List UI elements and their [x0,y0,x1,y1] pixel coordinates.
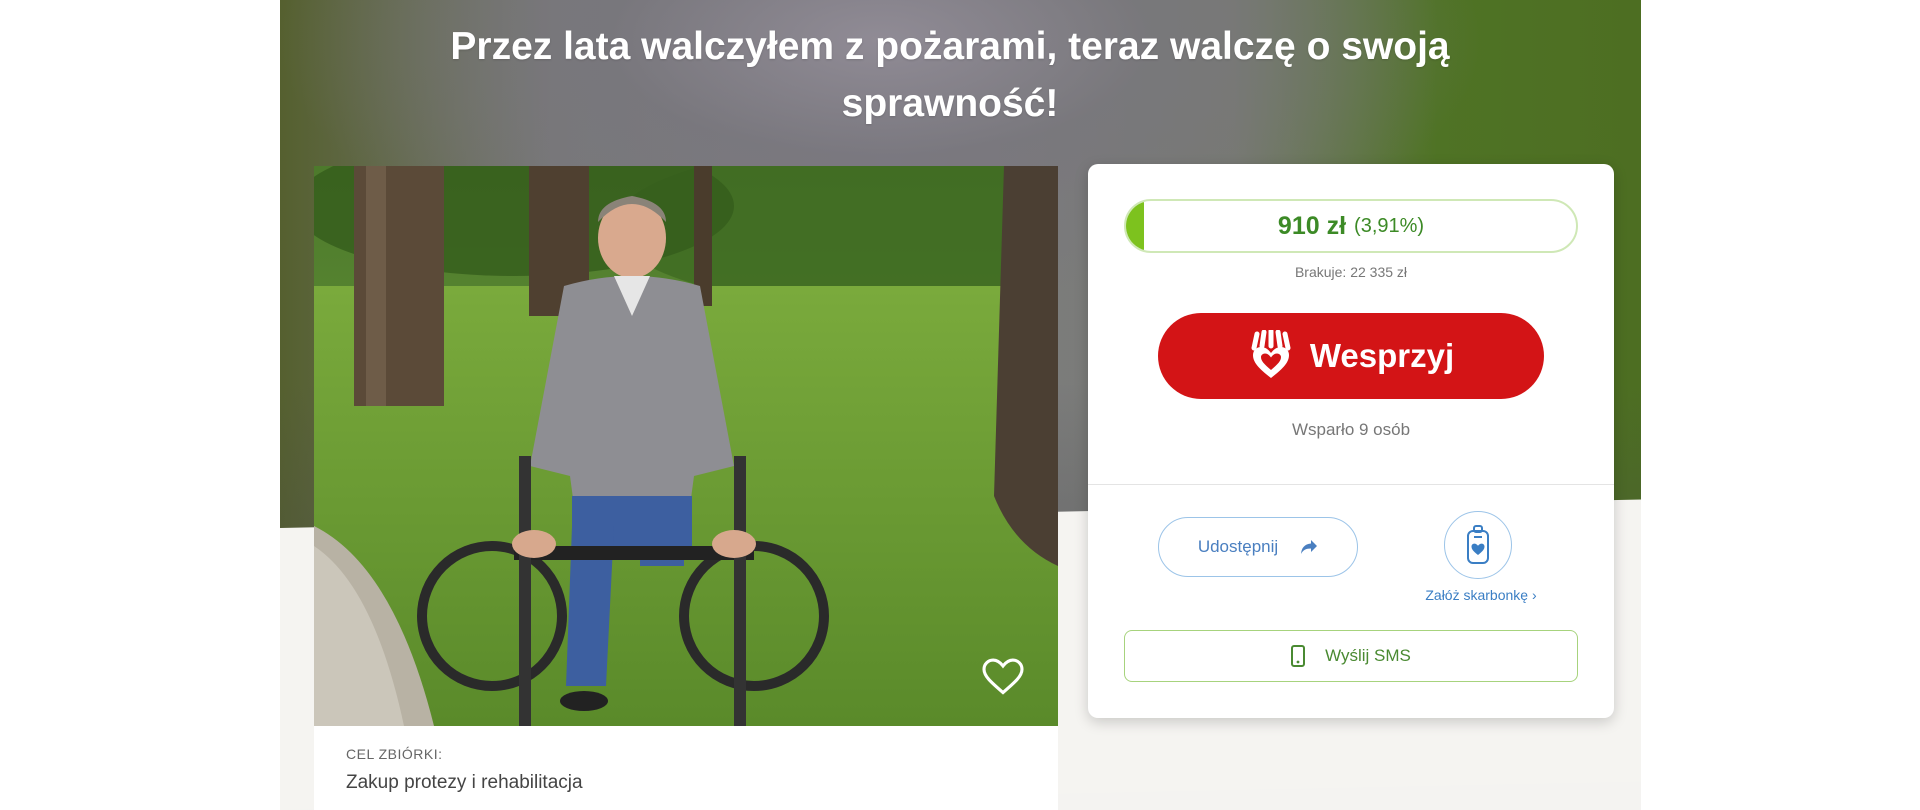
heart-outline-icon[interactable] [982,658,1024,696]
goal-value: Zakup protezy i rehabilitacja [346,772,583,793]
piggy-bank-icon [1467,525,1489,564]
funding-progress-bar: 910 zł (3,91%) [1124,199,1578,253]
share-button[interactable]: Udostępnij [1158,517,1358,577]
page-stage: Przez lata walczyłem z pożarami, teraz w… [280,0,1641,810]
fundraiser-photo [314,166,1058,726]
panel-divider [1088,484,1614,485]
goal-label: CEL ZBIÓRKI: [346,746,443,762]
missing-amount: Brakuje: 22 335 zł [1294,264,1408,280]
progress-text: 910 zł (3,91%) [1126,201,1576,251]
heart-hand-icon [1251,330,1291,378]
raised-percent: (3,91%) [1354,214,1425,237]
supporters-count: Wsparło 9 osób [1291,420,1411,439]
piggy-bank-button[interactable] [1444,511,1512,579]
fundraiser-title: Przez lata walczyłem z pożarami, teraz w… [450,25,1450,125]
share-button-label: Udostępnij [1197,537,1279,556]
support-button-label: Wesprzyj [1309,337,1455,374]
donation-panel: 910 zł (3,91%) Brakuje: 22 335 zł Wesprz… [1088,164,1614,718]
send-sms-label: Wyślij SMS [1325,646,1411,665]
goal-section: CEL ZBIÓRKI: Zakup protezy i rehabilitac… [346,746,583,794]
phone-icon [1291,645,1306,667]
photo-card: CEL ZBIÓRKI: Zakup protezy i rehabilitac… [314,166,1058,810]
share-arrow-icon [1301,540,1318,554]
support-button[interactable]: Wesprzyj [1158,313,1544,399]
raised-amount: 910 zł [1277,211,1347,240]
create-piggy-bank-link[interactable]: Załóż skarbonkę › [1414,587,1548,603]
send-sms-button[interactable]: Wyślij SMS [1124,630,1578,682]
